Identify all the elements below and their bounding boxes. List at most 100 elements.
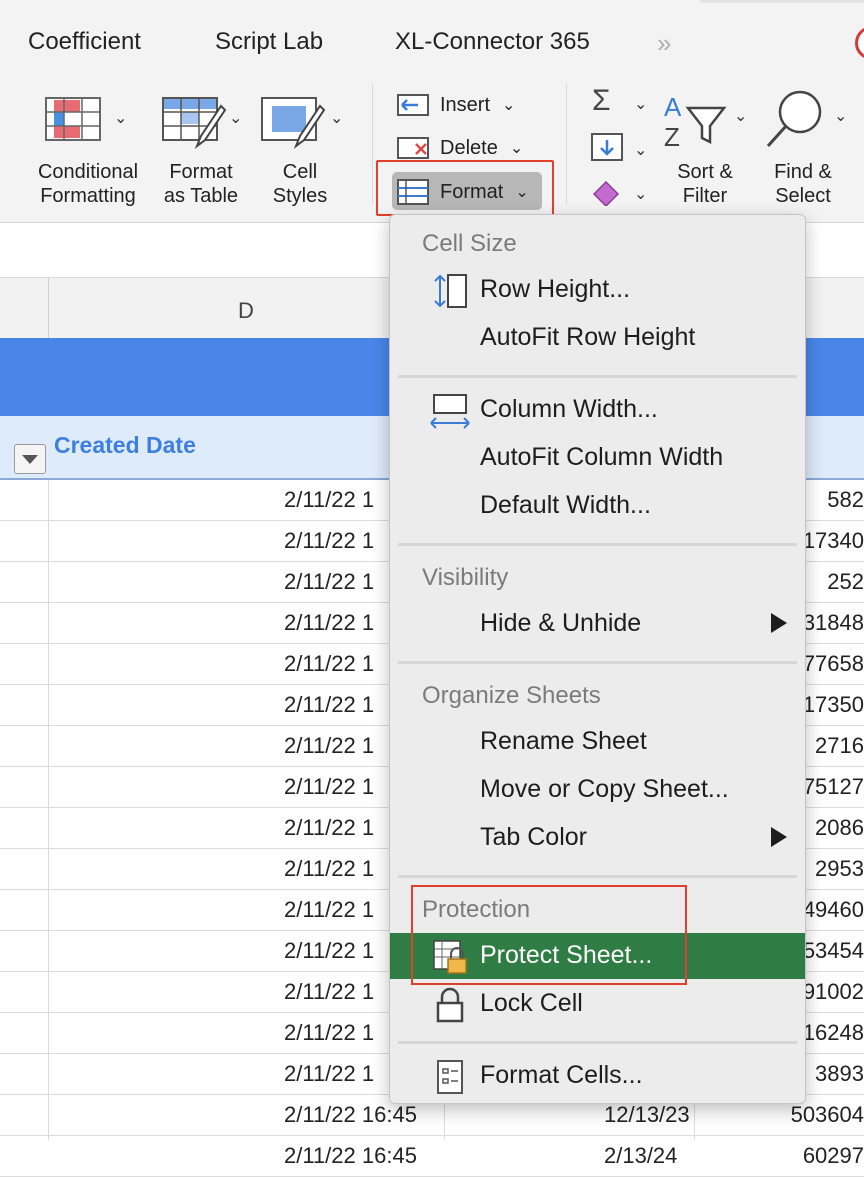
chevron-down-icon: ⌄ — [634, 96, 648, 113]
app-badge-icon[interactable] — [855, 26, 864, 60]
menu-separator — [398, 875, 797, 878]
menu-separator — [398, 1041, 797, 1044]
created-date-cell[interactable]: 2/11/22 1 — [284, 856, 374, 882]
created-date-cell[interactable]: 2/11/22 1 — [284, 651, 374, 677]
menu-separator — [398, 661, 797, 664]
number-cell[interactable]: 582 — [827, 487, 864, 513]
created-date-cell[interactable]: 2/11/22 1 — [284, 692, 374, 718]
ribbon-separator — [566, 84, 567, 204]
format-button-highlight — [376, 160, 554, 216]
tab-xl-connector[interactable]: XL-Connector 365 — [395, 28, 590, 56]
submenu-arrow-icon — [771, 613, 787, 633]
date-cell[interactable]: 2/13/24 — [604, 1143, 677, 1169]
created-date-cell[interactable]: 2/11/22 1 — [284, 610, 374, 636]
find-select-button[interactable]: ⌄ Find & Select — [762, 90, 847, 208]
created-date-cell[interactable]: 2/11/22 16:45 — [284, 1102, 417, 1128]
menu-item-label: Tab Color — [480, 823, 587, 851]
menu-heading-cell-size: Cell Size — [422, 230, 517, 257]
created-date-cell[interactable]: 2/11/22 1 — [284, 938, 374, 964]
ribbon: Coefficient Script Lab XL-Connector 365 … — [0, 0, 864, 223]
menu-item-autofit-row-height[interactable]: AutoFit Row Height — [390, 315, 805, 361]
menu-item-row-height[interactable]: Row Height... — [390, 267, 805, 313]
number-cell[interactable]: 16248 — [803, 1020, 864, 1046]
number-cell[interactable]: 17350 — [803, 692, 864, 718]
insert-button[interactable]: Insert ⌄ — [396, 88, 515, 122]
protection-highlight — [411, 885, 687, 985]
number-cell[interactable]: 91002 — [803, 979, 864, 1005]
delete-cells-icon — [397, 137, 429, 159]
number-cell[interactable]: 77658 — [803, 651, 864, 677]
number-cell[interactable]: 17340 — [803, 528, 864, 554]
column-header-d[interactable]: D — [238, 298, 254, 324]
number-cell[interactable]: 49460 — [803, 897, 864, 923]
chevron-down-icon: ⌄ — [229, 110, 243, 127]
format-cells-icon — [437, 1060, 463, 1094]
number-cell[interactable]: 53454 — [803, 938, 864, 964]
ribbon-separator — [372, 84, 373, 204]
lock-icon — [436, 987, 464, 1023]
menu-item-lock-cell[interactable]: Lock Cell — [390, 981, 805, 1027]
sort-filter-button[interactable]: A Z ⌄ Sort & Filter — [660, 90, 750, 208]
number-cell[interactable]: 60297 — [803, 1143, 864, 1169]
menu-item-label: Default Width... — [480, 491, 651, 519]
filter-dropdown-button[interactable] — [14, 444, 46, 474]
svg-text:A: A — [664, 92, 682, 122]
find-select-label-line2: Select — [775, 185, 831, 207]
menu-item-column-width[interactable]: Column Width... — [390, 387, 805, 433]
created-date-cell[interactable]: 2/11/22 1 — [284, 569, 374, 595]
created-date-cell[interactable]: 2/11/22 1 — [284, 1020, 374, 1046]
menu-item-move-copy-sheet[interactable]: Move or Copy Sheet... — [390, 767, 805, 813]
find-select-label-line1: Find & — [774, 161, 832, 183]
created-date-cell[interactable]: 2/11/22 1 — [284, 733, 374, 759]
menu-item-label: Hide & Unhide — [480, 609, 642, 637]
menu-heading-visibility: Visibility — [422, 564, 509, 591]
fill-icon[interactable] — [590, 132, 624, 162]
chevron-down-icon: ⌄ — [509, 140, 524, 157]
column-divider — [48, 278, 49, 338]
tab-overflow-chevron-icon[interactable]: » — [657, 28, 672, 59]
created-date-cell[interactable]: 2/11/22 1 — [284, 897, 374, 923]
cell-styles-icon — [261, 97, 326, 149]
menu-item-label: Lock Cell — [480, 989, 583, 1017]
column-width-icon — [430, 394, 470, 429]
tab-coefficient[interactable]: Coefficient — [28, 28, 141, 56]
delete-label: Delete — [440, 136, 498, 159]
menu-item-default-width[interactable]: Default Width... — [390, 483, 805, 529]
number-cell[interactable]: 31848 — [803, 610, 864, 636]
created-date-cell[interactable]: 2/11/22 1 — [284, 528, 374, 554]
menu-separator — [398, 543, 797, 546]
chevron-down-icon: ⌄ — [114, 110, 128, 127]
clear-eraser-icon[interactable] — [590, 176, 624, 206]
table-row[interactable]: 2/11/22 16:45 2/13/24 60297 — [0, 1136, 864, 1177]
format-as-table-button[interactable]: ⌄ Format as Table — [155, 90, 247, 208]
title-strip — [700, 0, 864, 3]
created-date-cell[interactable]: 2/11/22 1 — [284, 979, 374, 1005]
number-cell[interactable]: 2716 — [815, 733, 864, 759]
date-cell[interactable]: 12/13/23 — [604, 1102, 690, 1128]
created-date-cell[interactable]: 2/11/22 1 — [284, 487, 374, 513]
conditional-formatting-button[interactable]: ⌄ Conditional Formatting — [28, 90, 148, 208]
number-cell[interactable]: 2953 — [815, 856, 864, 882]
number-cell[interactable]: 75127 — [803, 774, 864, 800]
number-cell[interactable]: 503604 — [791, 1102, 864, 1128]
menu-item-format-cells[interactable]: Format Cells... — [390, 1053, 805, 1099]
created-date-header[interactable]: Created Date — [54, 432, 196, 459]
menu-item-rename-sheet[interactable]: Rename Sheet — [390, 719, 805, 765]
autosum-icon[interactable]: Σ — [592, 84, 611, 118]
format-as-table-label-line2: as Table — [163, 185, 239, 207]
cell-styles-button[interactable]: ⌄ Cell Styles — [256, 90, 344, 208]
number-cell[interactable]: 3893 — [815, 1061, 864, 1087]
created-date-cell[interactable]: 2/11/22 1 — [284, 815, 374, 841]
number-cell[interactable]: 252 — [827, 569, 864, 595]
created-date-cell[interactable]: 2/11/22 16:45 — [284, 1143, 417, 1169]
created-date-cell[interactable]: 2/11/22 1 — [284, 774, 374, 800]
menu-item-hide-unhide[interactable]: Hide & Unhide — [390, 601, 805, 647]
menu-item-tab-color[interactable]: Tab Color — [390, 815, 805, 861]
menu-item-label: Move or Copy Sheet... — [480, 775, 729, 803]
tab-script-lab[interactable]: Script Lab — [215, 28, 323, 56]
menu-item-autofit-column-width[interactable]: AutoFit Column Width — [390, 435, 805, 481]
chevron-down-icon: ⌄ — [734, 108, 748, 125]
created-date-cell[interactable]: 2/11/22 1 — [284, 1061, 374, 1087]
number-cell[interactable]: 2086 — [815, 815, 864, 841]
menu-item-label: Column Width... — [480, 395, 658, 423]
